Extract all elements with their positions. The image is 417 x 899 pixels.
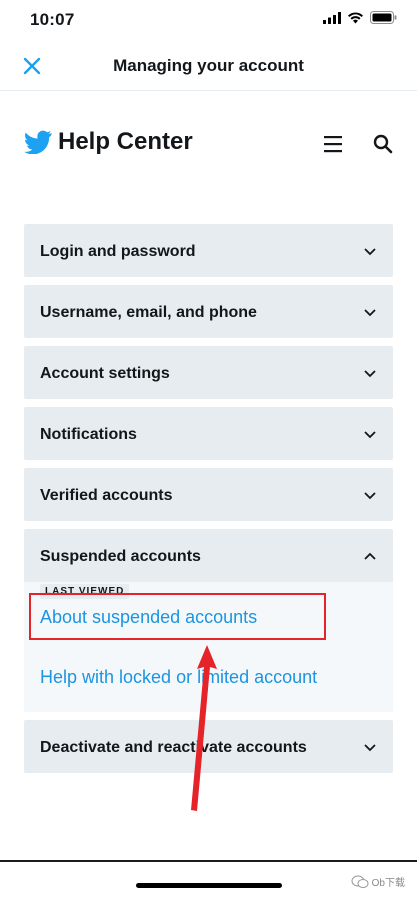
chevron-up-icon bbox=[364, 552, 376, 560]
bottom-divider bbox=[0, 860, 417, 862]
chevron-down-icon bbox=[364, 309, 376, 317]
wechat-icon bbox=[351, 875, 369, 888]
accordion-item-login-and-password: Login and password bbox=[24, 224, 393, 277]
twitter-bird-icon bbox=[24, 130, 52, 154]
accordion-label: Notifications bbox=[40, 426, 137, 443]
annotation-arrow bbox=[191, 645, 217, 811]
chevron-down-icon bbox=[364, 370, 376, 378]
chevron-down-icon bbox=[364, 431, 376, 439]
signal-icon bbox=[323, 11, 341, 24]
accordion-item-username-email-phone: Username, email, and phone bbox=[24, 285, 393, 338]
help-center-logo[interactable]: Help Center bbox=[24, 128, 193, 156]
accordion-item-verified-accounts: Verified accounts bbox=[24, 468, 393, 521]
accordion-label: Login and password bbox=[40, 243, 196, 260]
accordion-header[interactable]: Account settings bbox=[24, 346, 393, 399]
search-button[interactable] bbox=[371, 132, 395, 156]
watermark-text: Ob下载 bbox=[371, 878, 405, 889]
accordion-label: Suspended accounts bbox=[40, 548, 201, 565]
accordion-item-account-settings: Account settings bbox=[24, 346, 393, 399]
wifi-icon bbox=[348, 11, 363, 23]
accordion-header[interactable]: Login and password bbox=[24, 224, 393, 277]
accordion-header[interactable]: Notifications bbox=[24, 407, 393, 460]
menu-button[interactable] bbox=[322, 134, 346, 154]
chevron-down-icon bbox=[364, 248, 376, 256]
status-icons bbox=[323, 11, 397, 24]
chevron-down-icon bbox=[364, 744, 376, 752]
accordion-header[interactable]: Suspended accounts bbox=[24, 529, 393, 582]
nav-bar: Managing your account bbox=[0, 40, 417, 91]
annotation-highlight-box bbox=[29, 593, 326, 640]
chevron-down-icon bbox=[364, 492, 376, 500]
help-center-header: Help Center bbox=[0, 120, 417, 170]
accordion-label: Deactivate and reactivate accounts bbox=[40, 739, 307, 756]
battery-icon bbox=[370, 11, 397, 24]
accordion-label: Account settings bbox=[40, 365, 170, 382]
home-indicator[interactable] bbox=[136, 883, 282, 888]
screen: 10:07 Managing your account Help Center … bbox=[0, 0, 417, 899]
watermark: Ob下载 bbox=[351, 874, 405, 889]
status-time: 10:07 bbox=[30, 10, 75, 29]
link-help-locked-limited-account[interactable]: Help with locked or limited account bbox=[40, 667, 317, 688]
accordion-header[interactable]: Username, email, and phone bbox=[24, 285, 393, 338]
accordion-label: Username, email, and phone bbox=[40, 304, 257, 321]
nav-title: Managing your account bbox=[113, 56, 304, 75]
search-icon bbox=[373, 134, 393, 154]
accordion-item-notifications: Notifications bbox=[24, 407, 393, 460]
help-center-title: Help Center bbox=[58, 128, 193, 155]
accordion-label: Verified accounts bbox=[40, 487, 173, 504]
hamburger-menu-icon bbox=[324, 136, 342, 153]
accordion-header[interactable]: Verified accounts bbox=[24, 468, 393, 521]
status-bar: 10:07 bbox=[0, 0, 417, 40]
